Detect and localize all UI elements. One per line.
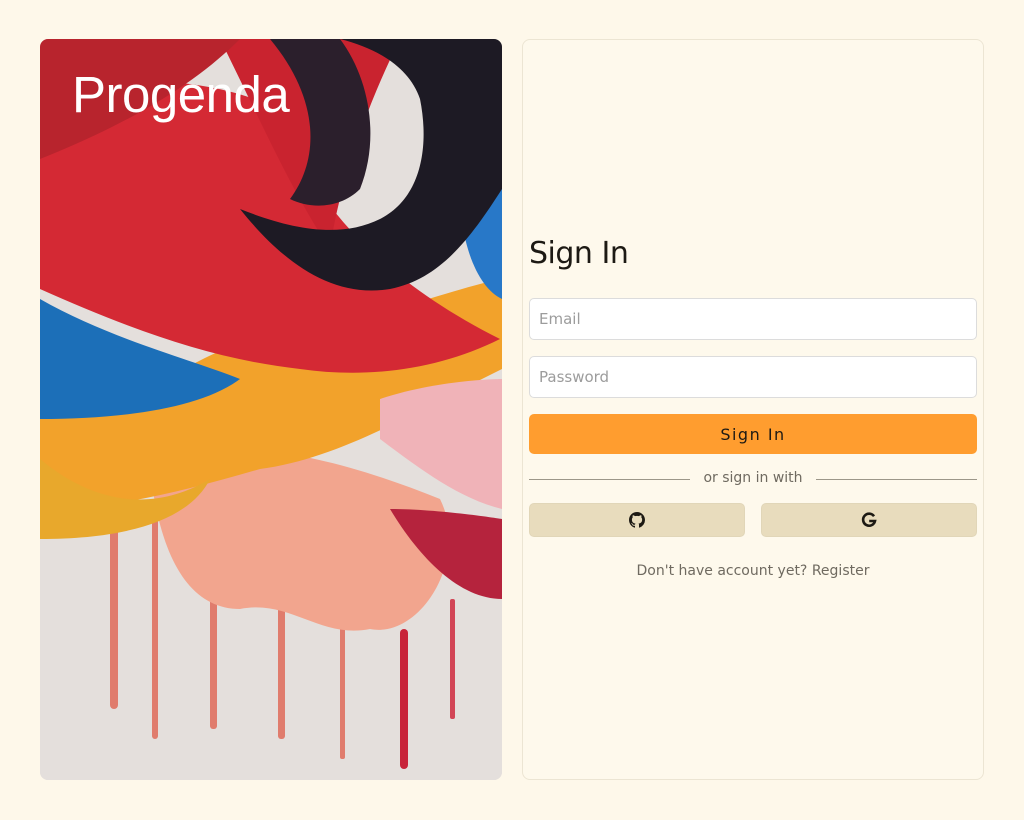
register-prompt-text: Don't have account yet? — [636, 563, 808, 579]
divider-text: or sign in with — [703, 470, 803, 486]
brand-logo: Progenda — [72, 66, 290, 123]
github-icon — [629, 512, 645, 528]
social-divider: or sign in with — [529, 470, 977, 488]
hero-image: Progenda — [40, 39, 502, 780]
register-link[interactable]: Register — [812, 563, 870, 579]
register-prompt: Don't have account yet? Register — [523, 563, 983, 579]
abstract-paint-artwork — [40, 39, 502, 780]
google-sign-in-button[interactable] — [761, 503, 977, 537]
sign-in-button[interactable]: Sign In — [529, 414, 977, 454]
password-field[interactable] — [529, 356, 977, 398]
google-icon — [861, 512, 877, 527]
github-sign-in-button[interactable] — [529, 503, 745, 537]
page-title: Sign In — [529, 236, 629, 271]
divider-line-right — [816, 479, 977, 480]
signin-panel: Sign In Sign In or sign in with Don't ha… — [522, 39, 984, 780]
email-field[interactable] — [529, 298, 977, 340]
